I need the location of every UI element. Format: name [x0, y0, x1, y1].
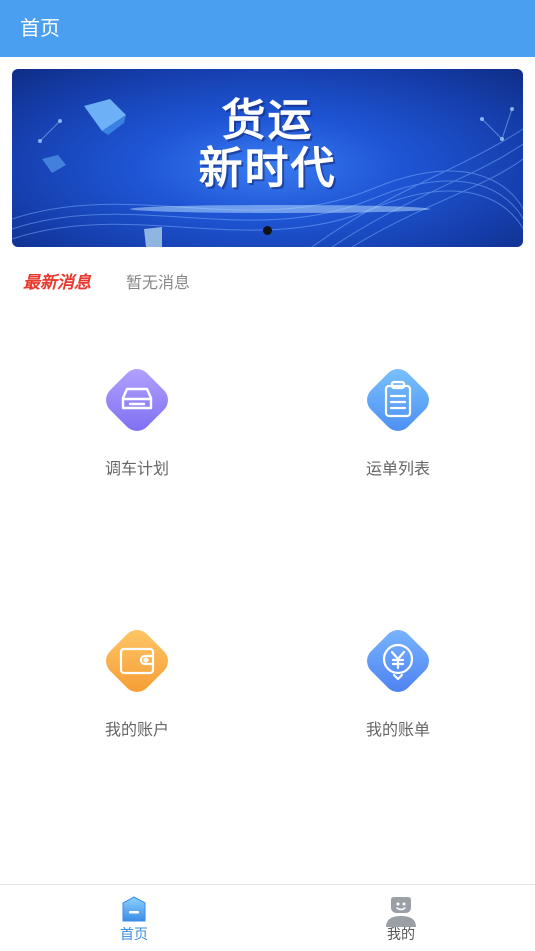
page-title: 首页: [20, 16, 60, 40]
carousel-indicator-dot[interactable]: [263, 226, 272, 235]
tab-home[interactable]: 首页: [34, 885, 234, 951]
tab-label: 首页: [120, 927, 148, 943]
app-header: 首页: [0, 0, 535, 57]
bottom-tab-bar: 首页 我的: [0, 884, 535, 951]
news-text: 暂无消息: [126, 273, 191, 292]
menu-item-label: 运单列表: [365, 459, 430, 478]
clipboard-icon: [360, 362, 436, 438]
menu-item-my-account[interactable]: 我的账户: [37, 623, 237, 763]
menu-item-label: 我的账户: [104, 720, 169, 739]
tab-label: 我的: [387, 927, 415, 943]
car-icon: [99, 362, 175, 438]
tab-mine[interactable]: 我的: [301, 885, 501, 951]
news-bar[interactable]: 最新消息 暂无消息: [0, 268, 535, 298]
news-tag: 最新消息: [23, 273, 91, 293]
home-icon: [116, 891, 152, 927]
menu-item-label: 调车计划: [104, 459, 169, 478]
menu-item-label: 我的账单: [365, 720, 430, 739]
menu-item-waybill-list[interactable]: 运单列表: [298, 362, 498, 502]
banner-headline-line1: 货运: [221, 95, 314, 146]
banner-carousel[interactable]: 货运 新时代: [12, 69, 523, 247]
menu-item-my-bills[interactable]: 我的账单: [298, 623, 498, 763]
yen-icon: [360, 623, 436, 699]
banner-headline-line2: 新时代: [198, 143, 337, 194]
wallet-icon: [99, 623, 175, 699]
user-icon: [383, 891, 419, 927]
banner-headline: 货运 新时代: [12, 97, 523, 193]
menu-item-dispatch-plan[interactable]: 调车计划: [37, 362, 237, 502]
